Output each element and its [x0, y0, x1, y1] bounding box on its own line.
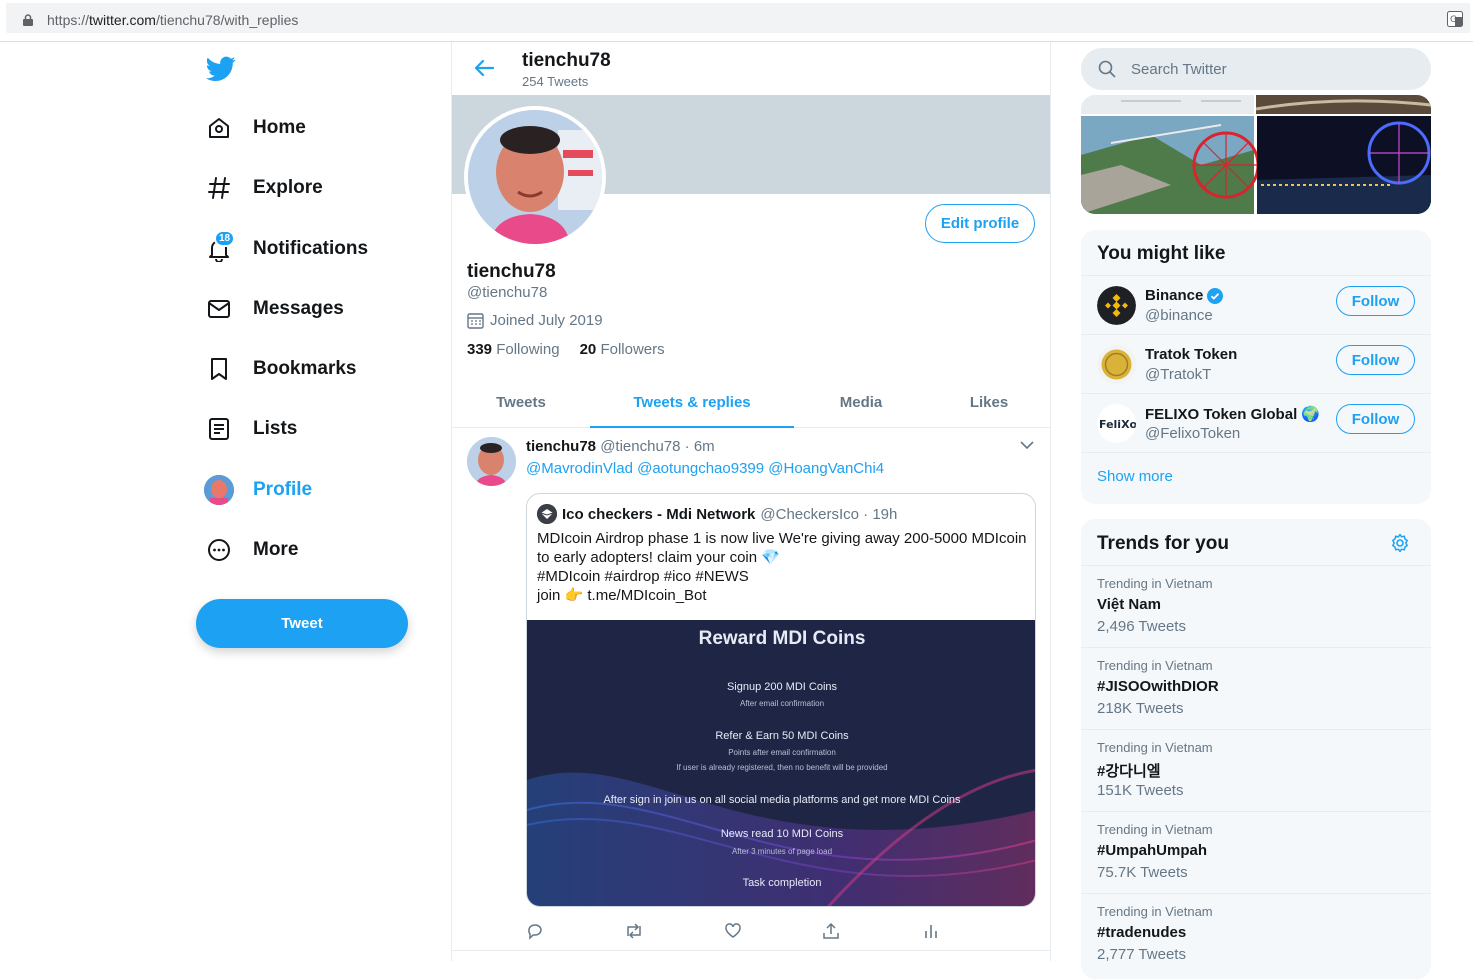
suggested-account[interactable]: Binance @binance Follow: [1081, 275, 1431, 334]
back-arrow-icon[interactable]: [474, 59, 494, 77]
quoted-tweet-image[interactable]: Reward MDI Coins Signup 200 MDI Coins Af…: [527, 620, 1035, 906]
globe-emoji-icon: 🌍: [1301, 406, 1320, 423]
tweet-header: tienchu78 @tienchu78 · 6m: [526, 438, 715, 455]
tweet-actions: [526, 922, 946, 942]
tweet[interactable]: tienchu78 @tienchu78 · 6m @MavrodinVlad …: [452, 429, 1050, 951]
nav-messages[interactable]: Messages: [196, 286, 436, 332]
tab-media[interactable]: Media: [794, 377, 928, 427]
trend-item[interactable]: Trending in Vietnam #강다니엘 151K Tweets: [1081, 729, 1431, 811]
profile-header: tienchu78 254 Tweets: [452, 42, 1050, 95]
tab-likes[interactable]: Likes: [928, 377, 1050, 427]
profile-name: tienchu78: [467, 261, 556, 282]
who-to-follow-card: You might like Binance @binance Follow T…: [1081, 230, 1431, 504]
nav-more[interactable]: More: [196, 527, 436, 573]
suggested-account[interactable]: FeliXo FELIXO Token Global 🌍 @FelixoToke…: [1081, 393, 1431, 452]
notification-count-badge: 18: [214, 230, 236, 247]
image-title: Reward MDI Coins: [698, 628, 866, 649]
nav-bookmarks[interactable]: Bookmarks: [196, 346, 436, 392]
settings-gear-icon[interactable]: [1390, 533, 1410, 553]
following-link[interactable]: 339 Following: [467, 341, 560, 358]
bookmark-icon: [206, 356, 232, 382]
nav-home[interactable]: Home: [196, 105, 436, 151]
edit-profile-button[interactable]: Edit profile: [925, 204, 1035, 243]
trend-item[interactable]: Trending in Vietnam #tradenudes 2,777 Tw…: [1081, 893, 1431, 975]
felixo-avatar: FeliXo: [1097, 404, 1136, 443]
quoted-tweet[interactable]: Ico checkers - Mdi Network @CheckersIco ·…: [526, 493, 1036, 907]
retweet-icon[interactable]: [624, 922, 644, 940]
search-icon: [1098, 60, 1116, 78]
verified-badge-icon: [1207, 287, 1224, 304]
media-thumbnails[interactable]: [1081, 95, 1431, 214]
show-more-link[interactable]: Show more: [1097, 468, 1173, 485]
list-icon: [206, 416, 232, 442]
quoted-author-avatar: [537, 504, 557, 524]
url-field[interactable]: https://twitter.com/tienchu78/with_repli…: [6, 3, 1470, 33]
nav-lists[interactable]: Lists: [196, 406, 436, 452]
profile-tabs: Tweets Tweets & replies Media Likes: [452, 377, 1050, 428]
share-icon[interactable]: [822, 922, 840, 940]
tab-tweets-and-replies[interactable]: Tweets & replies: [590, 377, 794, 428]
suggested-account[interactable]: Tratok Token @TratokT Follow: [1081, 334, 1431, 393]
card-title: Trends for you: [1097, 533, 1229, 554]
home-icon: [206, 115, 232, 141]
nav-notifications[interactable]: 18 Notifications: [196, 226, 436, 272]
header-name: tienchu78: [522, 50, 611, 71]
card-title: You might like: [1097, 243, 1226, 264]
header-tweet-count: 254 Tweets: [522, 74, 589, 89]
quoted-tweet-text: MDIcoin Airdrop phase 1 is now live We'r…: [537, 530, 1027, 604]
tab-tweets[interactable]: Tweets: [452, 377, 590, 427]
trends-card: Trends for you Trending in Vietnam Việt …: [1081, 519, 1431, 979]
chevron-down-icon[interactable]: [1020, 441, 1034, 450]
profile-joined: Joined July 2019: [467, 312, 603, 329]
followers-link[interactable]: 20 Followers: [580, 341, 665, 358]
calendar-icon: [467, 312, 484, 329]
tweet-button[interactable]: Tweet: [196, 599, 408, 648]
profile-stats: 339 Following 20 Followers: [467, 341, 665, 358]
profile-timeline: tienchu78 254 Tweets Edit profile tiench…: [451, 42, 1051, 961]
follow-button[interactable]: Follow: [1336, 286, 1415, 316]
translate-icon[interactable]: G: [1447, 11, 1463, 27]
lock-icon: [23, 14, 33, 26]
hashtag-icon: [206, 175, 232, 201]
envelope-icon: [206, 296, 232, 322]
tweet-author-avatar[interactable]: [467, 437, 516, 486]
trend-item[interactable]: Trending in Vietnam #JISOOwithDIOR 218K …: [1081, 647, 1431, 729]
quoted-tweet-header: Ico checkers - Mdi Network @CheckersIco ·…: [537, 504, 897, 524]
avatar: [204, 475, 234, 505]
follow-button[interactable]: Follow: [1336, 404, 1415, 434]
svg-text:FeliXo: FeliXo: [1099, 418, 1136, 431]
trend-item[interactable]: Trending in Vietnam Việt Nam 2,496 Tweet…: [1081, 565, 1431, 647]
tweet-mentions[interactable]: @MavrodinVlad @aotungchao9399 @HoangVanC…: [526, 460, 884, 477]
like-icon[interactable]: [724, 922, 742, 940]
twitter-logo-icon[interactable]: [206, 56, 236, 82]
trend-item[interactable]: Trending in Vietnam #UmpahUmpah 75.7K Tw…: [1081, 811, 1431, 893]
tratok-avatar: [1097, 345, 1136, 384]
url-text[interactable]: https://twitter.com/tienchu78/with_repli…: [47, 12, 298, 28]
nav-profile[interactable]: Profile: [196, 467, 436, 513]
binance-avatar: [1097, 286, 1136, 325]
browser-address-bar: https://twitter.com/tienchu78/with_repli…: [0, 0, 1473, 42]
nav-explore[interactable]: Explore: [196, 165, 436, 211]
analytics-icon[interactable]: [922, 922, 940, 940]
follow-button[interactable]: Follow: [1336, 345, 1415, 375]
more-icon: [206, 537, 232, 563]
search-input[interactable]: Search Twitter: [1081, 48, 1431, 90]
profile-handle: @tienchu78: [467, 284, 548, 301]
reply-icon[interactable]: [526, 922, 544, 940]
profile-avatar[interactable]: [464, 106, 606, 248]
